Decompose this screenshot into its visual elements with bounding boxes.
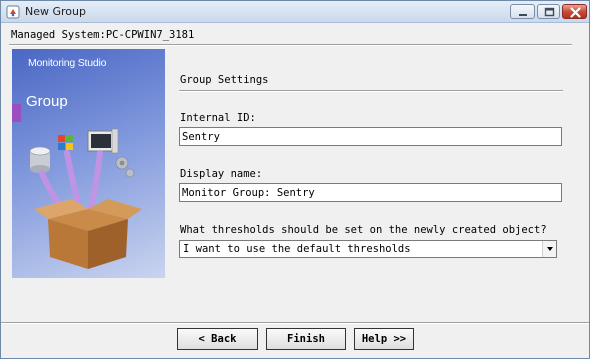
minimize-icon (519, 14, 527, 16)
monitor-icon (87, 128, 119, 154)
dropdown-arrow-button[interactable] (542, 241, 556, 257)
managed-system-label: Managed System:PC-CPWIN7_3181 (11, 29, 195, 41)
display-name-input[interactable] (179, 183, 562, 202)
chevron-down-icon (547, 247, 553, 251)
maximize-button[interactable] (537, 4, 560, 19)
internal-id-input[interactable] (179, 127, 562, 146)
wizard-icon (6, 5, 20, 19)
window-title: New Group (25, 5, 86, 18)
close-button[interactable] (562, 4, 587, 19)
finish-button[interactable]: Finish (266, 328, 346, 350)
windows-logo-icon (58, 135, 73, 150)
title-bar[interactable]: New Group (1, 1, 589, 23)
gear-icon (115, 156, 135, 178)
header-divider (9, 44, 572, 46)
thresholds-select[interactable]: I want to use the default thresholds (179, 240, 557, 258)
thresholds-label: What thresholds should be set on the new… (180, 224, 547, 236)
help-button[interactable]: Help >> (354, 328, 414, 350)
display-name-label: Display name: (180, 168, 263, 180)
back-button[interactable]: < Back (177, 328, 258, 350)
footer-divider (1, 322, 589, 324)
new-group-dialog: New Group Managed System:PC-CPWIN7_3181 … (0, 0, 590, 359)
internal-id-label: Internal ID: (180, 112, 256, 124)
box-illustration-icon (29, 128, 142, 269)
close-icon (570, 7, 581, 18)
box-icon (34, 199, 142, 269)
section-title: Group Settings (180, 74, 269, 86)
database-icon (29, 146, 51, 173)
maximize-icon (544, 7, 555, 17)
section-divider (179, 90, 563, 92)
wizard-banner: Monitoring Studio Group (12, 49, 165, 278)
thresholds-selected-value: I want to use the default thresholds (183, 243, 411, 255)
minimize-button[interactable] (510, 4, 535, 19)
